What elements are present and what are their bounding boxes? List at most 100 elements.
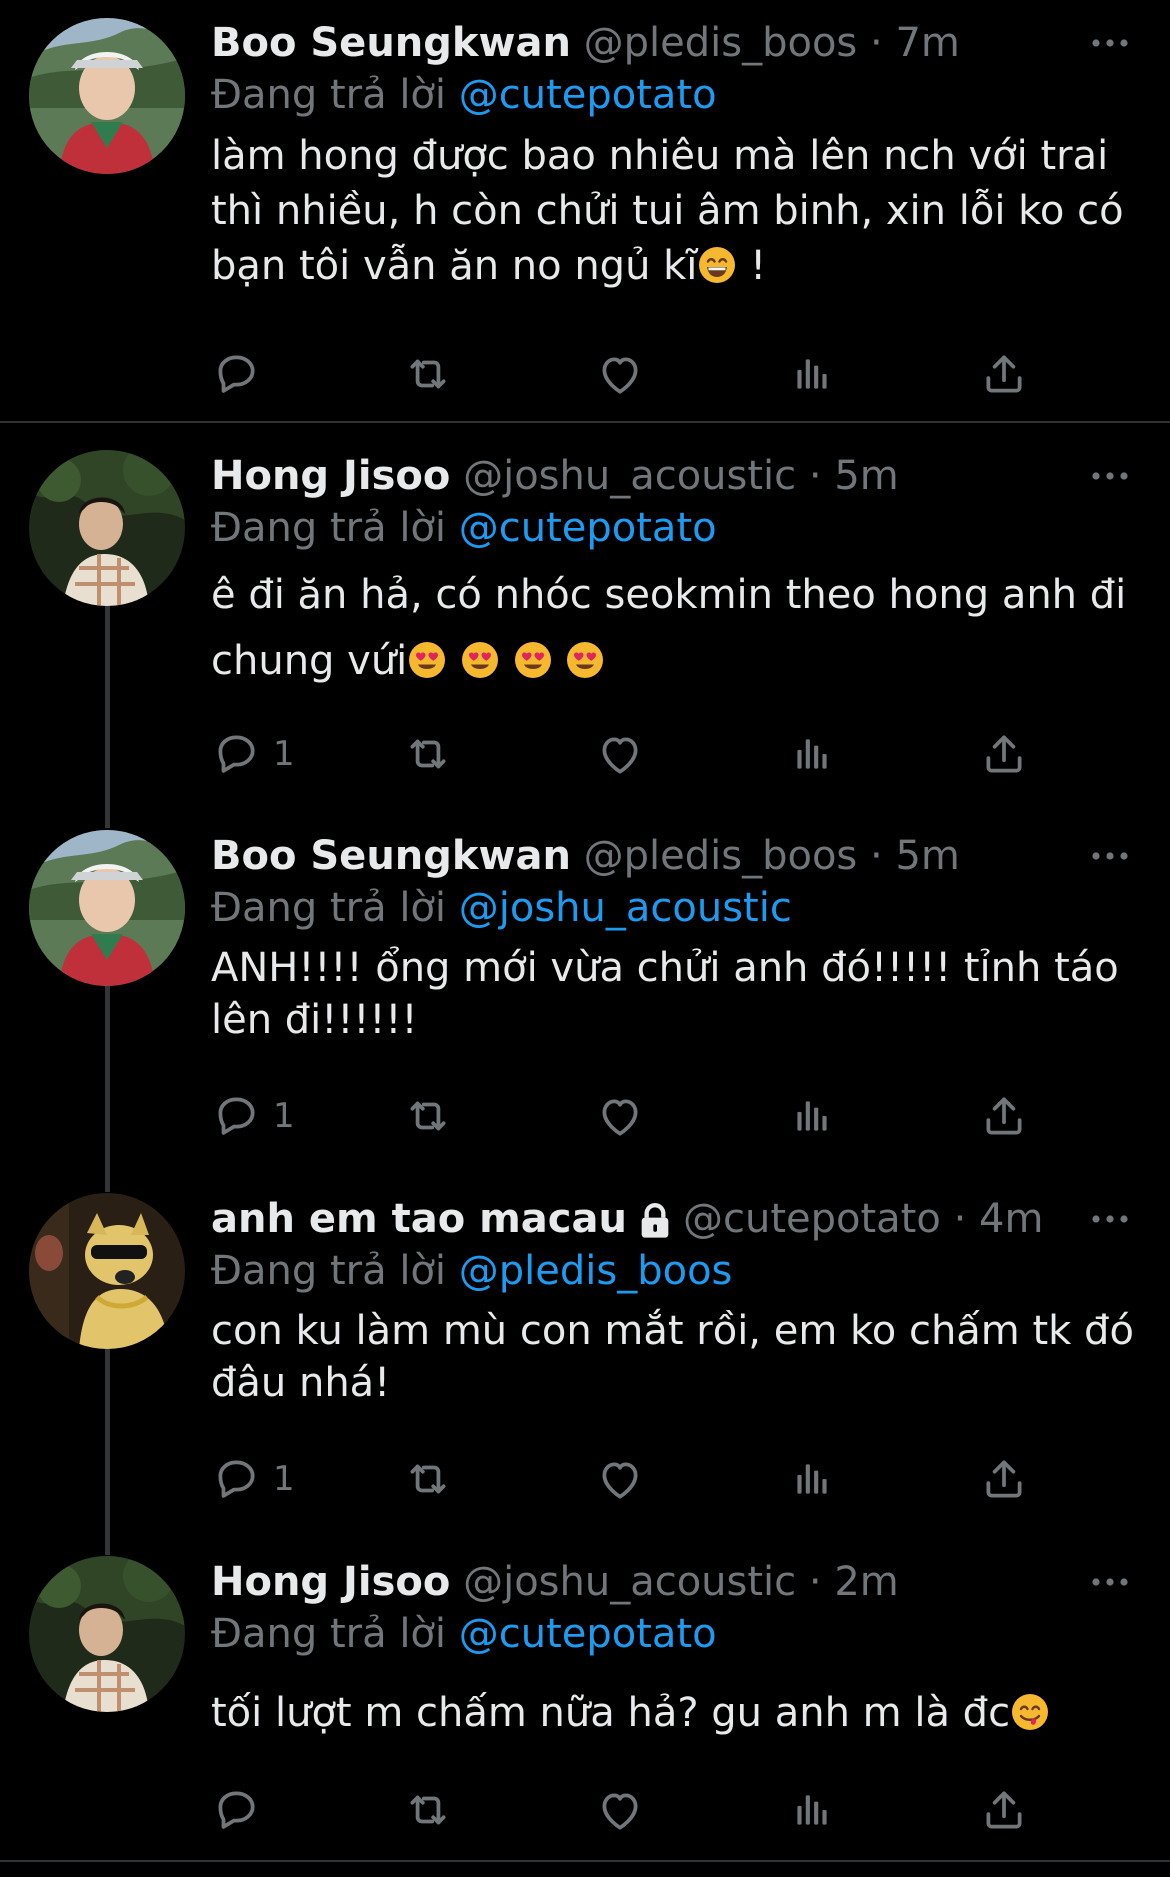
replying-to-handle[interactable]: @joshu_acoustic bbox=[459, 885, 792, 931]
heart-icon bbox=[595, 1785, 645, 1835]
display-name[interactable]: Hong Jisoo bbox=[211, 1559, 450, 1605]
analytics-button[interactable] bbox=[787, 344, 837, 404]
reply-count: 1 bbox=[273, 1459, 295, 1499]
display-name[interactable]: Hong Jisoo bbox=[211, 453, 450, 499]
user-handle[interactable]: @cutepotato bbox=[683, 1196, 941, 1242]
separator: · bbox=[953, 1196, 967, 1242]
user-handle[interactable]: @joshu_acoustic bbox=[463, 1559, 796, 1605]
share-button[interactable] bbox=[979, 1449, 1029, 1509]
reply-button[interactable]: 1 bbox=[211, 1449, 295, 1509]
retweet-button[interactable] bbox=[403, 1449, 453, 1509]
separator: · bbox=[808, 453, 822, 499]
tweet-2[interactable]: Hong Jisoo @joshu_acoustic · 5m Đang trả… bbox=[0, 450, 1170, 830]
more-dots-icon[interactable] bbox=[1085, 450, 1135, 502]
reply-count: 1 bbox=[273, 734, 295, 774]
share-upload-icon bbox=[979, 349, 1029, 399]
like-button[interactable] bbox=[595, 1086, 645, 1146]
analytics-button[interactable] bbox=[787, 1780, 837, 1840]
tweet-text-content: ê đi ăn hả, có nhóc seokmin theo hong an… bbox=[211, 572, 1127, 684]
tweet-header: Hong Jisoo @joshu_acoustic · 2m bbox=[211, 1556, 1135, 1608]
replying-to-handle[interactable]: @pledis_boos bbox=[459, 1248, 733, 1294]
display-name[interactable]: Boo Seungkwan bbox=[211, 833, 571, 879]
analytics-bars-icon bbox=[787, 1785, 837, 1835]
retweet-button[interactable] bbox=[403, 1086, 453, 1146]
share-button[interactable] bbox=[979, 1780, 1029, 1840]
user-handle[interactable]: @pledis_boos bbox=[584, 20, 858, 66]
share-button[interactable] bbox=[979, 1086, 1029, 1146]
divider bbox=[0, 1860, 1170, 1862]
analytics-button[interactable] bbox=[787, 724, 837, 784]
avatar[interactable] bbox=[29, 18, 185, 174]
reply-button[interactable] bbox=[211, 344, 261, 404]
replying-to: Đang trả lời @joshu_acoustic bbox=[211, 882, 1135, 934]
timestamp[interactable]: 2m bbox=[834, 1559, 898, 1605]
display-name[interactable]: anh em tao macau bbox=[211, 1196, 627, 1242]
user-handle[interactable]: @pledis_boos bbox=[584, 833, 858, 879]
tweet-actions bbox=[211, 1780, 1041, 1840]
display-name[interactable]: Boo Seungkwan bbox=[211, 20, 571, 66]
timestamp[interactable]: 5m bbox=[895, 833, 959, 879]
separator: · bbox=[808, 1559, 822, 1605]
more-dots-icon[interactable] bbox=[1085, 1556, 1135, 1608]
tweet-text: làm hong được bao nhiêu mà lên nch với t… bbox=[211, 129, 1135, 294]
tweet-text-content: ANH!!!! ổng mới vừa chửi anh đó!!!!! tỉn… bbox=[211, 945, 1119, 1043]
avatar[interactable] bbox=[29, 830, 185, 986]
tweet-text: ANH!!!! ổng mới vừa chửi anh đó!!!!! tỉn… bbox=[211, 942, 1135, 1046]
separator: · bbox=[870, 20, 883, 66]
analytics-button[interactable] bbox=[787, 1449, 837, 1509]
reply-button[interactable] bbox=[211, 1780, 261, 1840]
like-button[interactable] bbox=[595, 724, 645, 784]
tweet-text-content: làm hong được bao nhiêu mà lên nch với t… bbox=[211, 133, 1124, 289]
user-handle[interactable]: @joshu_acoustic bbox=[463, 453, 796, 499]
replying-to-handle[interactable]: @cutepotato bbox=[459, 1611, 717, 1657]
avatar-image bbox=[29, 1556, 185, 1712]
timestamp[interactable]: 4m bbox=[979, 1196, 1043, 1242]
retweet-icon bbox=[403, 1785, 453, 1835]
retweet-button[interactable] bbox=[403, 724, 453, 784]
more-dots-icon[interactable] bbox=[1085, 1193, 1135, 1245]
heart-eyes-emoji-icon bbox=[407, 640, 447, 680]
like-button[interactable] bbox=[595, 1780, 645, 1840]
replying-to-handle[interactable]: @cutepotato bbox=[459, 72, 717, 118]
tweet-1[interactable]: Boo Seungkwan @pledis_boos · 7m Đang trả… bbox=[0, 0, 1170, 420]
like-button[interactable] bbox=[595, 1449, 645, 1509]
share-button[interactable] bbox=[979, 724, 1029, 784]
tweet-actions: 1 bbox=[211, 724, 1041, 784]
reply-bubble-icon bbox=[211, 1454, 261, 1504]
tweet-5[interactable]: Hong Jisoo @joshu_acoustic · 2m Đang trả… bbox=[0, 1556, 1170, 1856]
separator: · bbox=[870, 833, 883, 879]
avatar[interactable] bbox=[29, 1193, 185, 1349]
divider bbox=[0, 421, 1170, 423]
more-dots-icon[interactable] bbox=[1085, 830, 1135, 882]
tweet-header: Hong Jisoo @joshu_acoustic · 5m bbox=[211, 450, 1135, 502]
more-dots-icon[interactable] bbox=[1085, 17, 1135, 69]
tweet-4[interactable]: anh em tao macau @cutepotato · 4m Đang tr… bbox=[0, 1193, 1170, 1557]
like-button[interactable] bbox=[595, 344, 645, 404]
retweet-icon bbox=[403, 349, 453, 399]
tweet-header: Boo Seungkwan @pledis_boos · 7m bbox=[211, 17, 1135, 69]
tweet-text: con ku làm mù con mắt rồi, em ko chấm tk… bbox=[211, 1305, 1135, 1409]
timestamp[interactable]: 5m bbox=[834, 453, 898, 499]
tweet-actions bbox=[211, 344, 1041, 404]
retweet-button[interactable] bbox=[403, 1780, 453, 1840]
tweet-text-content: tối lượt m chấm nữa hả? gu anh m là đc bbox=[211, 1690, 1011, 1736]
timestamp[interactable]: 7m bbox=[895, 20, 959, 66]
reply-button[interactable]: 1 bbox=[211, 724, 295, 784]
replying-to: Đang trả lời @cutepotato bbox=[211, 1608, 1135, 1660]
heart-icon bbox=[595, 1454, 645, 1504]
replying-to-handle[interactable]: @cutepotato bbox=[459, 505, 717, 551]
reply-bubble-icon bbox=[211, 1785, 261, 1835]
reply-button[interactable]: 1 bbox=[211, 1086, 295, 1146]
heart-icon bbox=[595, 349, 645, 399]
tweet-3[interactable]: Boo Seungkwan @pledis_boos · 5m Đang trả… bbox=[0, 830, 1170, 1194]
share-button[interactable] bbox=[979, 344, 1029, 404]
retweet-button[interactable] bbox=[403, 344, 453, 404]
avatar-image bbox=[29, 830, 185, 986]
tweet-actions: 1 bbox=[211, 1449, 1041, 1509]
tweet-header: anh em tao macau @cutepotato · 4m bbox=[211, 1193, 1135, 1245]
avatar[interactable] bbox=[29, 450, 185, 606]
analytics-button[interactable] bbox=[787, 1086, 837, 1146]
reply-bubble-icon bbox=[211, 349, 261, 399]
share-upload-icon bbox=[979, 1454, 1029, 1504]
avatar[interactable] bbox=[29, 1556, 185, 1712]
